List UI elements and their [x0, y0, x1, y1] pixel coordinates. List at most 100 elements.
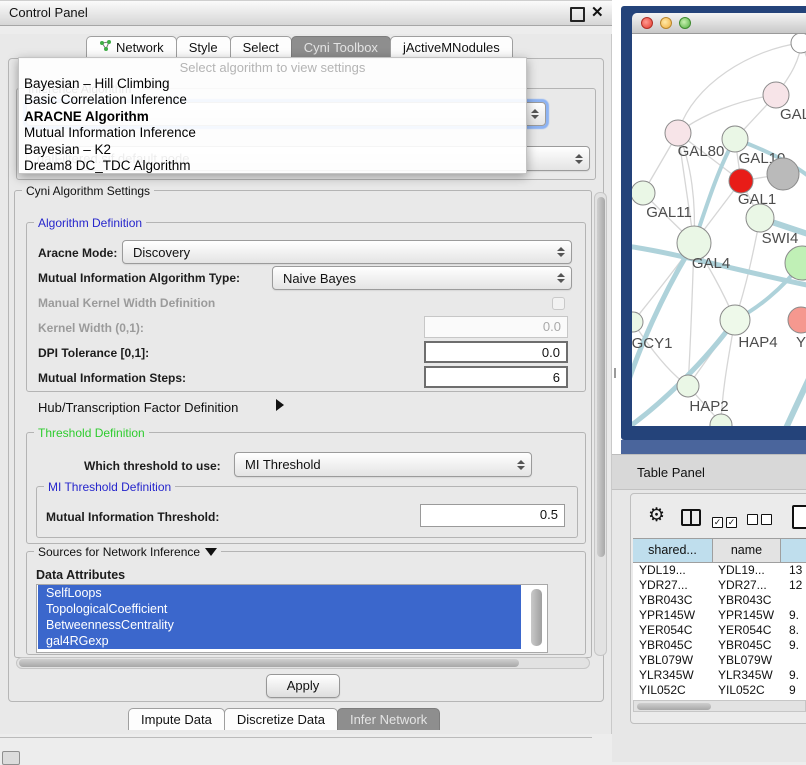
- network-node[interactable]: [710, 414, 732, 426]
- table-row[interactable]: YPR145WYPR145W9.: [633, 608, 806, 623]
- which-threshold-combo[interactable]: MI Threshold: [234, 452, 532, 477]
- column-header[interactable]: [781, 538, 806, 563]
- kernel-width-field[interactable]: 0.0: [424, 316, 568, 338]
- dpi-tolerance-field[interactable]: 0.0: [424, 341, 568, 363]
- tab-infer-network[interactable]: Infer Network: [337, 708, 440, 730]
- table-cell: 9: [781, 683, 806, 698]
- split-view-icon[interactable]: [681, 509, 701, 526]
- network-node-gal[interactable]: [763, 82, 789, 108]
- algorithm-option[interactable]: Basic Correlation Inference: [19, 92, 526, 108]
- tab-discretize-data[interactable]: Discretize Data: [224, 708, 338, 730]
- table-row[interactable]: YDL19...YDL19...13: [633, 563, 806, 578]
- minimized-panel-icon[interactable]: [2, 751, 20, 765]
- attribute-item[interactable]: TopologicalCoefficient: [38, 601, 521, 617]
- network-node-hap2[interactable]: [677, 375, 699, 397]
- table-panel-title: Table Panel: [637, 465, 705, 480]
- network-node-gal1[interactable]: [729, 169, 753, 193]
- apply-button[interactable]: Apply: [266, 674, 340, 698]
- aracne-mode-combo[interactable]: Discovery: [122, 240, 572, 264]
- table-cell: YPR145W: [633, 608, 713, 623]
- network-node[interactable]: [767, 158, 799, 190]
- mi-threshold-field[interactable]: 0.5: [420, 504, 565, 527]
- network-edge: [678, 95, 776, 133]
- table-row[interactable]: YER054CYER054C8.: [633, 623, 806, 638]
- tab-network[interactable]: Network: [86, 36, 177, 58]
- table-rows: YDL19...YDL19...13YDR27...YDR27...12YBR0…: [633, 563, 806, 700]
- algorithm-option[interactable]: Mutual Information Inference: [19, 125, 526, 141]
- tab-jactivemnodules[interactable]: jActiveMNodules: [390, 36, 513, 58]
- expand-right-icon[interactable]: [276, 399, 284, 411]
- network-node-swi4[interactable]: [746, 204, 774, 232]
- table-row[interactable]: YIL052CYIL052C9: [633, 683, 806, 698]
- table-row[interactable]: YBL079WYBL079W: [633, 653, 806, 668]
- aracne-mode-label: Aracne Mode:: [38, 246, 117, 260]
- table-row[interactable]: YLR345WYLR345W9.: [633, 668, 806, 683]
- table-cell: YDL19...: [713, 563, 781, 578]
- close-traffic-light-icon[interactable]: [641, 17, 653, 29]
- data-attributes-list[interactable]: SelfLoopsTopologicalCoefficientBetweenne…: [36, 584, 548, 653]
- tab-cyni-toolbox[interactable]: Cyni Toolbox: [291, 36, 391, 58]
- which-threshold-label: Which threshold to use:: [84, 459, 221, 473]
- column-header[interactable]: shared...: [633, 538, 713, 563]
- mi-type-combo[interactable]: Naive Bayes: [272, 266, 572, 290]
- checked-checkboxes-icon[interactable]: ✓✓: [712, 512, 740, 530]
- kernel-width-label: Kernel Width (0,1):: [38, 321, 144, 335]
- tab-impute-data[interactable]: Impute Data: [128, 708, 225, 730]
- network-window-titlebar[interactable]: [632, 13, 806, 34]
- zoom-traffic-light-icon[interactable]: [679, 17, 691, 29]
- settings-vertical-scrollbar-thumb[interactable]: [597, 197, 605, 557]
- network-node-gal10[interactable]: [722, 126, 748, 152]
- manual-kernel-checkbox[interactable]: [552, 297, 565, 310]
- network-node[interactable]: [791, 34, 806, 53]
- attribute-item[interactable]: gal4RGexp: [38, 633, 521, 649]
- network-icon: [99, 37, 112, 58]
- settings-horizontal-scrollbar[interactable]: [16, 657, 590, 669]
- attributes-scrollbar-thumb[interactable]: [531, 589, 542, 646]
- algorithm-option[interactable]: Bayesian – Hill Climbing: [19, 76, 526, 92]
- tab-label: Network: [116, 37, 164, 58]
- table-row[interactable]: YBR045CYBR045C9.: [633, 638, 806, 653]
- table-cell: 9.: [781, 608, 806, 623]
- gear-icon[interactable]: ⚙: [648, 506, 665, 526]
- minimize-traffic-light-icon[interactable]: [660, 17, 672, 29]
- mi-steps-field[interactable]: 6: [424, 366, 568, 388]
- network-node-gcy1[interactable]: [632, 312, 643, 332]
- settings-vertical-scrollbar[interactable]: [594, 192, 607, 656]
- algorithm-option[interactable]: Bayesian – K2: [19, 142, 526, 158]
- settings-horizontal-scrollbar-thumb[interactable]: [19, 659, 519, 667]
- close-icon[interactable]: ✕: [591, 3, 604, 21]
- network-canvas[interactable]: GALGAL80GAL10GAL1GAL11SWI4GAL4GCY1HAP4YH…: [632, 34, 806, 426]
- algorithm-definition-title: Algorithm Definition: [34, 216, 146, 230]
- table-horizontal-scrollbar-thumb[interactable]: [637, 703, 711, 710]
- control-panel-titlebar: Control Panel ✕: [0, 0, 612, 26]
- table-panel-titlebar: Table Panel: [612, 454, 806, 490]
- combo-spinner-icon: [557, 273, 565, 283]
- algorithm-option[interactable]: ARACNE Algorithm: [19, 109, 526, 125]
- table-horizontal-scrollbar[interactable]: [633, 700, 806, 712]
- hub-definition-label: Hub/Transcription Factor Definition: [38, 400, 238, 415]
- table-cell: 9.: [781, 638, 806, 653]
- tab-style[interactable]: Style: [176, 36, 231, 58]
- tab-select[interactable]: Select: [230, 36, 292, 58]
- table-row[interactable]: YDR27...YDR27...12: [633, 578, 806, 593]
- table-row[interactable]: YBR043CYBR043C: [633, 593, 806, 608]
- control-panel-tabs: Network StyleSelectCyni ToolboxjActiveMNo…: [86, 36, 512, 58]
- combo-spinner-icon: [517, 460, 525, 470]
- unchecked-checkboxes-icon[interactable]: [747, 512, 775, 530]
- network-node-gal11[interactable]: [632, 181, 655, 205]
- table-cell: YBR043C: [633, 593, 713, 608]
- network-node-y[interactable]: [788, 307, 806, 333]
- dpi-tolerance-label: DPI Tolerance [0,1]:: [38, 346, 149, 360]
- attribute-item[interactable]: SelfLoops: [38, 585, 521, 601]
- column-header[interactable]: name: [713, 538, 781, 563]
- attribute-item[interactable]: BetweennessCentrality: [38, 617, 521, 633]
- network-node[interactable]: [785, 246, 806, 280]
- table-cell: YPR145W: [713, 608, 781, 623]
- data-attributes-label: Data Attributes: [36, 568, 125, 582]
- algorithm-option[interactable]: Dream8 DC_TDC Algorithm: [19, 158, 526, 174]
- network-node-hap4[interactable]: [720, 305, 750, 335]
- table-cell: YER054C: [713, 623, 781, 638]
- collapse-down-icon[interactable]: [205, 548, 217, 556]
- document-icon[interactable]: [792, 505, 806, 529]
- float-window-icon[interactable]: [570, 7, 585, 22]
